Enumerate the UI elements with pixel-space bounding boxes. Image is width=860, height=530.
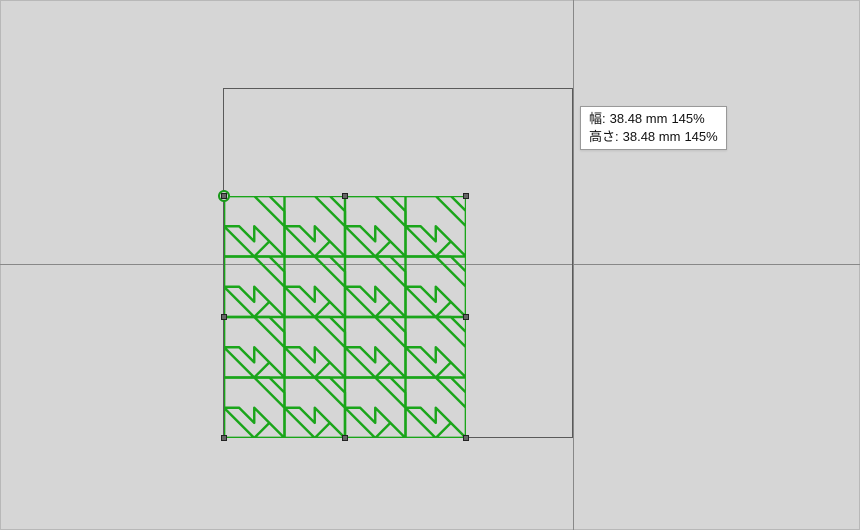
resize-handle-n[interactable] [342,193,348,199]
dimensions-tooltip: 幅: 38.48 mm 145% 高さ: 38.48 mm 145% [580,106,727,150]
width-value: 38.48 mm [610,110,668,128]
resize-handle-w[interactable] [221,314,227,320]
houndstooth-pattern-object[interactable] [224,196,466,438]
resize-handle-e[interactable] [463,314,469,320]
width-label: 幅: [589,110,606,128]
pattern-svg [224,196,466,438]
height-label: 高さ: [589,128,619,146]
resize-handle-sw[interactable] [221,435,227,441]
resize-handle-ne[interactable] [463,193,469,199]
resize-handle-s[interactable] [342,435,348,441]
guide-vertical [573,0,574,530]
resize-handle-se[interactable] [463,435,469,441]
height-value: 38.48 mm [623,128,681,146]
resize-handle-nw[interactable] [221,193,227,199]
height-percent: 145% [684,128,717,146]
width-percent: 145% [671,110,704,128]
